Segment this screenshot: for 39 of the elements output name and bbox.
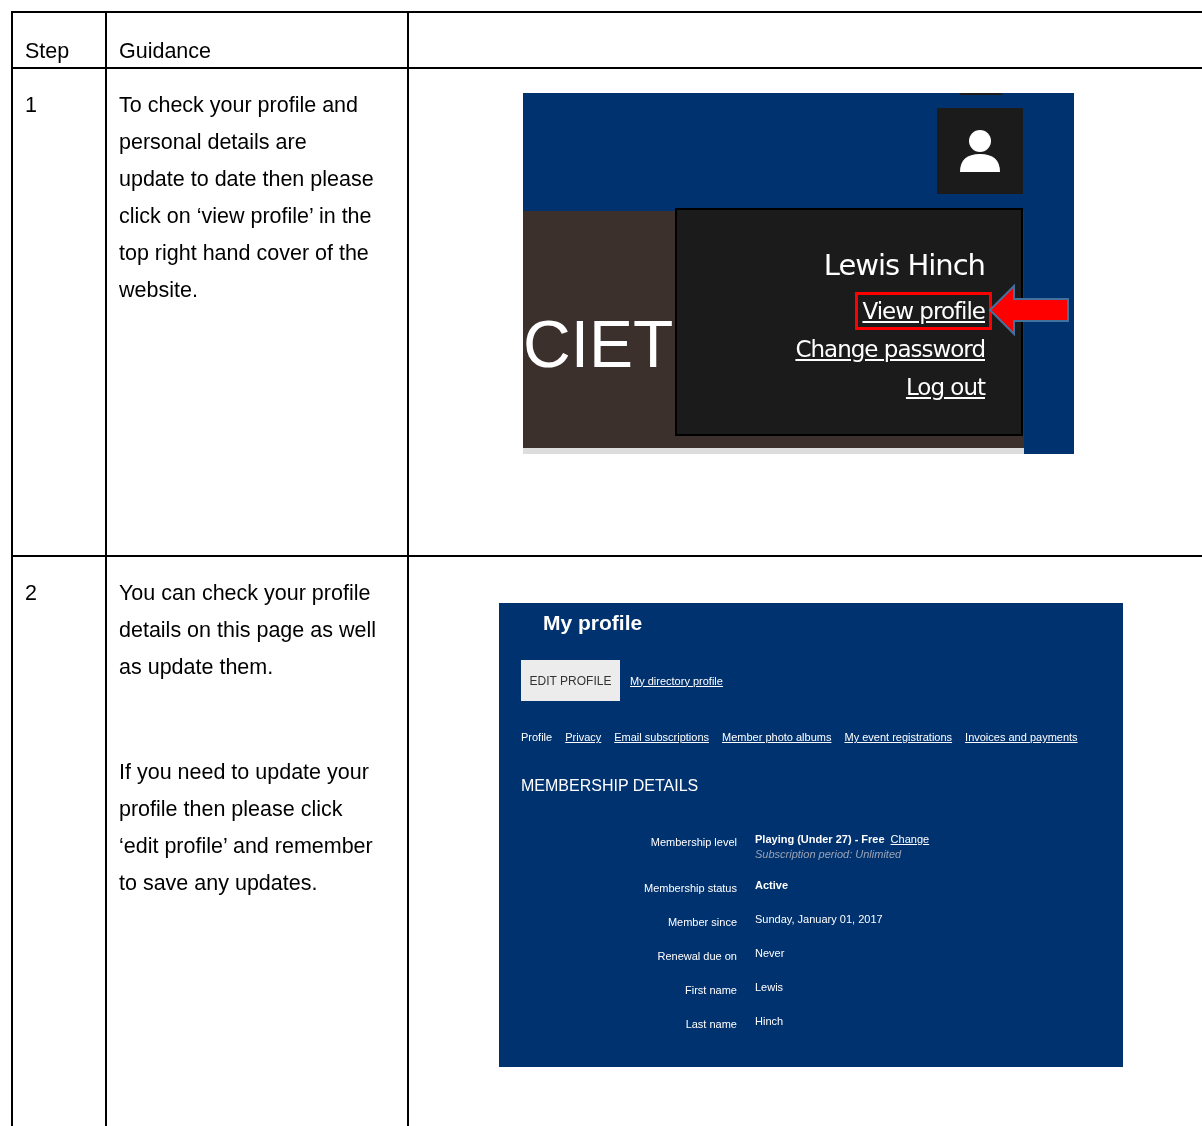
profile-tab[interactable]: Member photo albums — [722, 731, 832, 743]
guidance-text: You can check your profile details on this page as well as update them. — [119, 580, 377, 681]
pointer-arrow-icon — [988, 284, 1070, 336]
field-label: First name — [684, 983, 737, 996]
step-number: 1 — [25, 93, 37, 117]
menu-link[interactable]: View profile — [855, 292, 992, 330]
step-number: 2 — [25, 581, 37, 605]
directory-link[interactable]: My directory profile — [630, 674, 723, 687]
field-label: Membership level — [649, 835, 737, 850]
user-button[interactable] — [937, 108, 1023, 194]
user-name: Lewis Hinch — [823, 248, 985, 282]
field-label: Membership status — [643, 881, 737, 894]
menu-link[interactable]: Log out — [898, 368, 992, 406]
field-value: Never — [755, 947, 785, 959]
edit-profile-button[interactable]: EDIT PROFILE — [521, 660, 620, 701]
change-link[interactable]: Change — [890, 833, 930, 845]
field-value: Sunday, January 01, 2017 — [755, 913, 883, 925]
menu-link[interactable]: Change password — [788, 330, 992, 368]
column-header: Guidance — [119, 39, 212, 63]
profile-tab[interactable]: Email subscriptions — [614, 731, 709, 743]
profile-tab[interactable]: Profile — [521, 731, 553, 743]
user-icon — [958, 128, 1002, 174]
section-heading: MEMBERSHIP DETAILS — [521, 777, 700, 795]
field-value: Hinch — [755, 1015, 784, 1027]
brand-text: CIET — [523, 311, 674, 377]
field-label: Last name — [684, 1017, 737, 1030]
field-value: Active — [755, 879, 789, 891]
guidance-text: To check your profile and personal details are update to date then please click on ‘view profile’ in the top right hand cover of the website. — [119, 92, 375, 304]
guidance-text: If you need to update your profile then please click ‘edit profile’ and remember to save any updates. — [119, 759, 374, 897]
column-header: Step — [25, 39, 70, 63]
field-value: Playing (Under 27) - Free — [755, 833, 885, 845]
field-value: Lewis — [755, 981, 784, 993]
profile-tab[interactable]: Invoices and payments — [965, 731, 1078, 743]
page-title: My profile — [543, 611, 644, 635]
profile-tab[interactable]: Privacy — [565, 731, 602, 743]
subscription-note: Subscription period: Unlimited — [755, 848, 903, 860]
profile-tab[interactable]: My event registrations — [844, 731, 953, 743]
field-label: Member since — [666, 915, 737, 928]
field-label: Renewal due on — [656, 949, 737, 962]
